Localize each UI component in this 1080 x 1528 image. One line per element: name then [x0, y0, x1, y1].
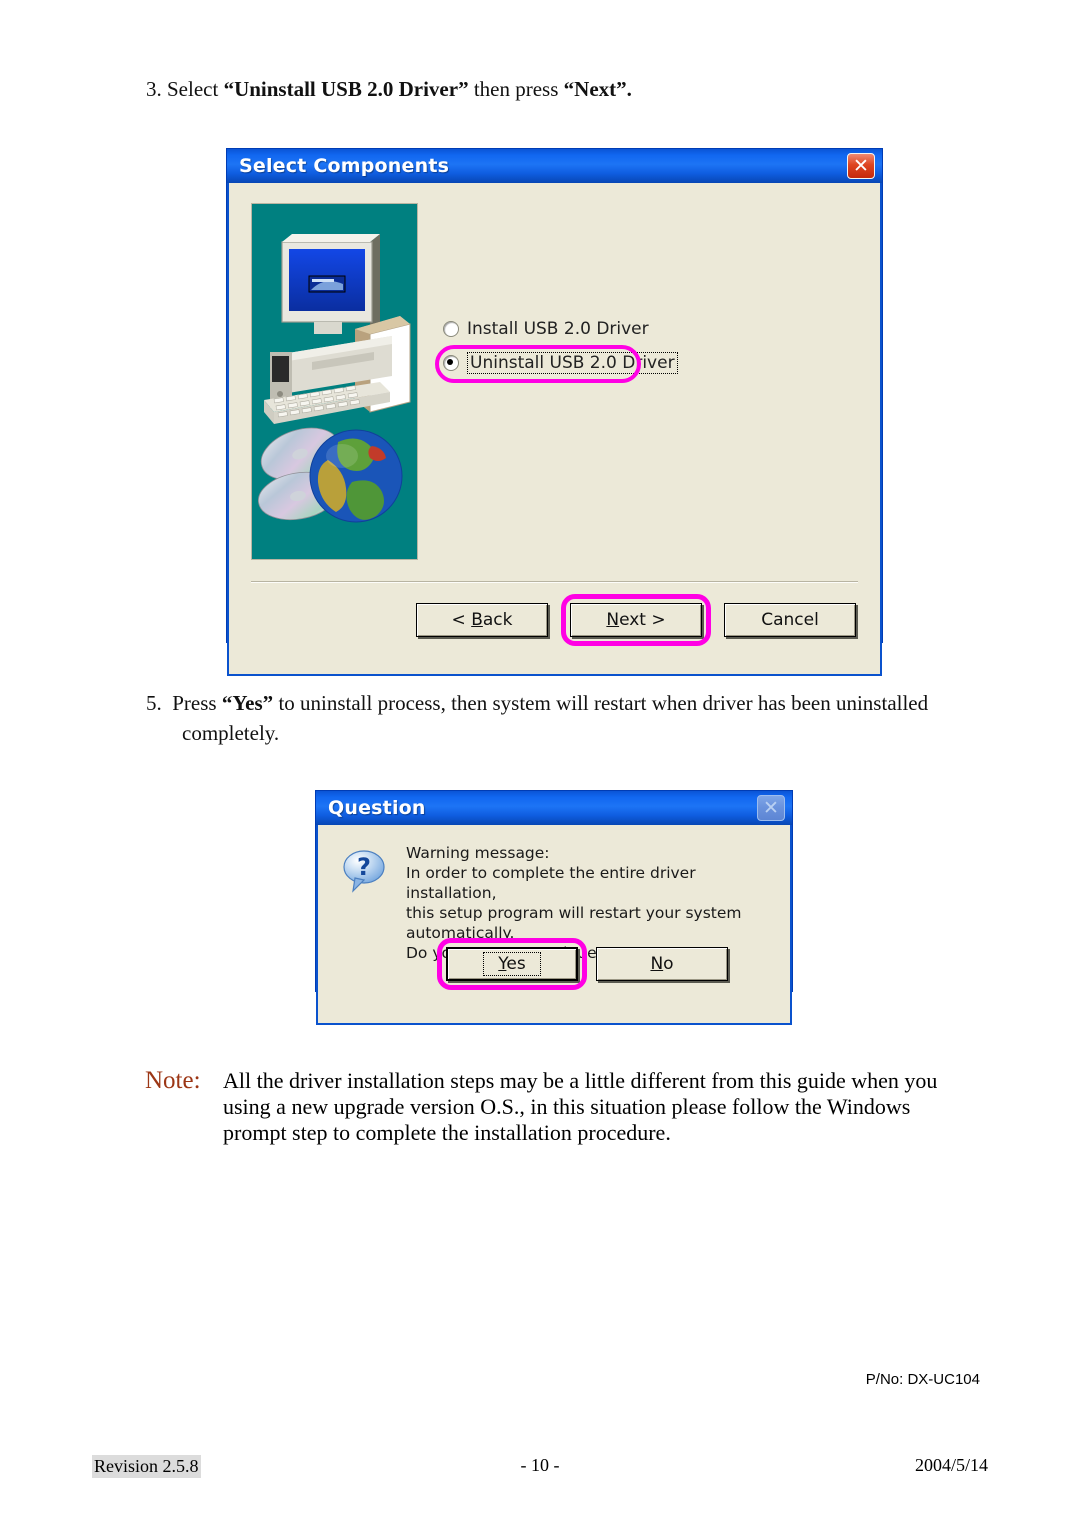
option-install-usb-driver[interactable]: Install USB 2.0 Driver	[443, 315, 678, 343]
step-3-bold-uninstall: “Uninstall USB 2.0 Driver”	[223, 77, 469, 101]
select-components-dialog[interactable]: Select Components ✕ Install USB 2.0 Driv…	[226, 148, 883, 676]
radio-install-icon[interactable]	[443, 321, 459, 337]
select-components-titlebar[interactable]: Select Components ✕	[227, 149, 882, 183]
question-body: ? Warning message: In order to complete …	[318, 825, 790, 990]
close-icon: ✕	[757, 795, 785, 821]
component-options-group[interactable]: Install USB 2.0 Driver Uninstall USB 2.0…	[435, 315, 678, 383]
step-5-text-pre: Press	[172, 691, 222, 715]
question-title: Question	[328, 797, 426, 819]
question-message: Warning message: In order to complete th…	[406, 844, 742, 962]
computer-illustration-icon	[258, 234, 411, 523]
step-5-text-rest: to uninstall process, then system will r…	[182, 691, 929, 745]
note-label: Note:	[145, 1067, 201, 1094]
close-icon[interactable]: ✕	[847, 153, 875, 179]
installer-illustration-panel	[251, 203, 418, 560]
footer-date: 2004/5/14	[914, 1455, 988, 1475]
back-button[interactable]: < Back	[416, 603, 548, 637]
question-frame: ? Warning message: In order to complete …	[316, 825, 792, 1025]
option-install-label: Install USB 2.0 Driver	[467, 319, 649, 339]
question-titlebar[interactable]: Question ✕	[316, 791, 792, 825]
step-3-text-mid: then press	[468, 77, 564, 101]
note-block: Note: All the driver installation steps …	[145, 1068, 945, 1146]
yes-button[interactable]: Yes	[446, 947, 578, 981]
select-components-frame: Install USB 2.0 Driver Uninstall USB 2.0…	[227, 183, 882, 676]
step-5-number: 5.	[146, 691, 162, 715]
step-3-bold-next: “Next”.	[563, 77, 632, 101]
step-5-instruction: 5. Press “Yes” to uninstall process, the…	[146, 688, 946, 748]
step-3-number: 3.	[146, 77, 162, 101]
part-number: P/No: DX-UC104	[865, 1371, 980, 1388]
svg-text:?: ?	[357, 853, 371, 881]
no-button[interactable]: No	[596, 947, 728, 981]
option-uninstall-label: Uninstall USB 2.0 Driver	[467, 352, 678, 374]
cancel-button[interactable]: Cancel	[724, 603, 856, 637]
question-dialog[interactable]: Question ✕ ? Warning message: In order t…	[315, 790, 793, 1025]
select-components-title: Select Components	[239, 155, 450, 177]
option-uninstall-usb-driver[interactable]: Uninstall USB 2.0 Driver	[435, 345, 678, 383]
step-3-text-pre: Select	[167, 77, 224, 101]
step-5-bold-yes: “Yes”	[221, 691, 274, 715]
note-text: All the driver installation steps may be…	[223, 1068, 938, 1145]
button-separator	[251, 581, 858, 583]
footer-page-number: - 10 -	[520, 1455, 560, 1475]
next-button[interactable]: Next >	[570, 603, 702, 637]
radio-uninstall-icon[interactable]	[443, 355, 459, 371]
question-bubble-icon: ?	[340, 847, 388, 895]
wizard-button-row: < Back Next > Cancel	[416, 594, 856, 646]
question-button-row: Yes No	[437, 938, 728, 990]
select-components-body: Install USB 2.0 Driver Uninstall USB 2.0…	[229, 183, 880, 646]
step-3-instruction: 3. Select “Uninstall USB 2.0 Driver” the…	[146, 74, 966, 104]
